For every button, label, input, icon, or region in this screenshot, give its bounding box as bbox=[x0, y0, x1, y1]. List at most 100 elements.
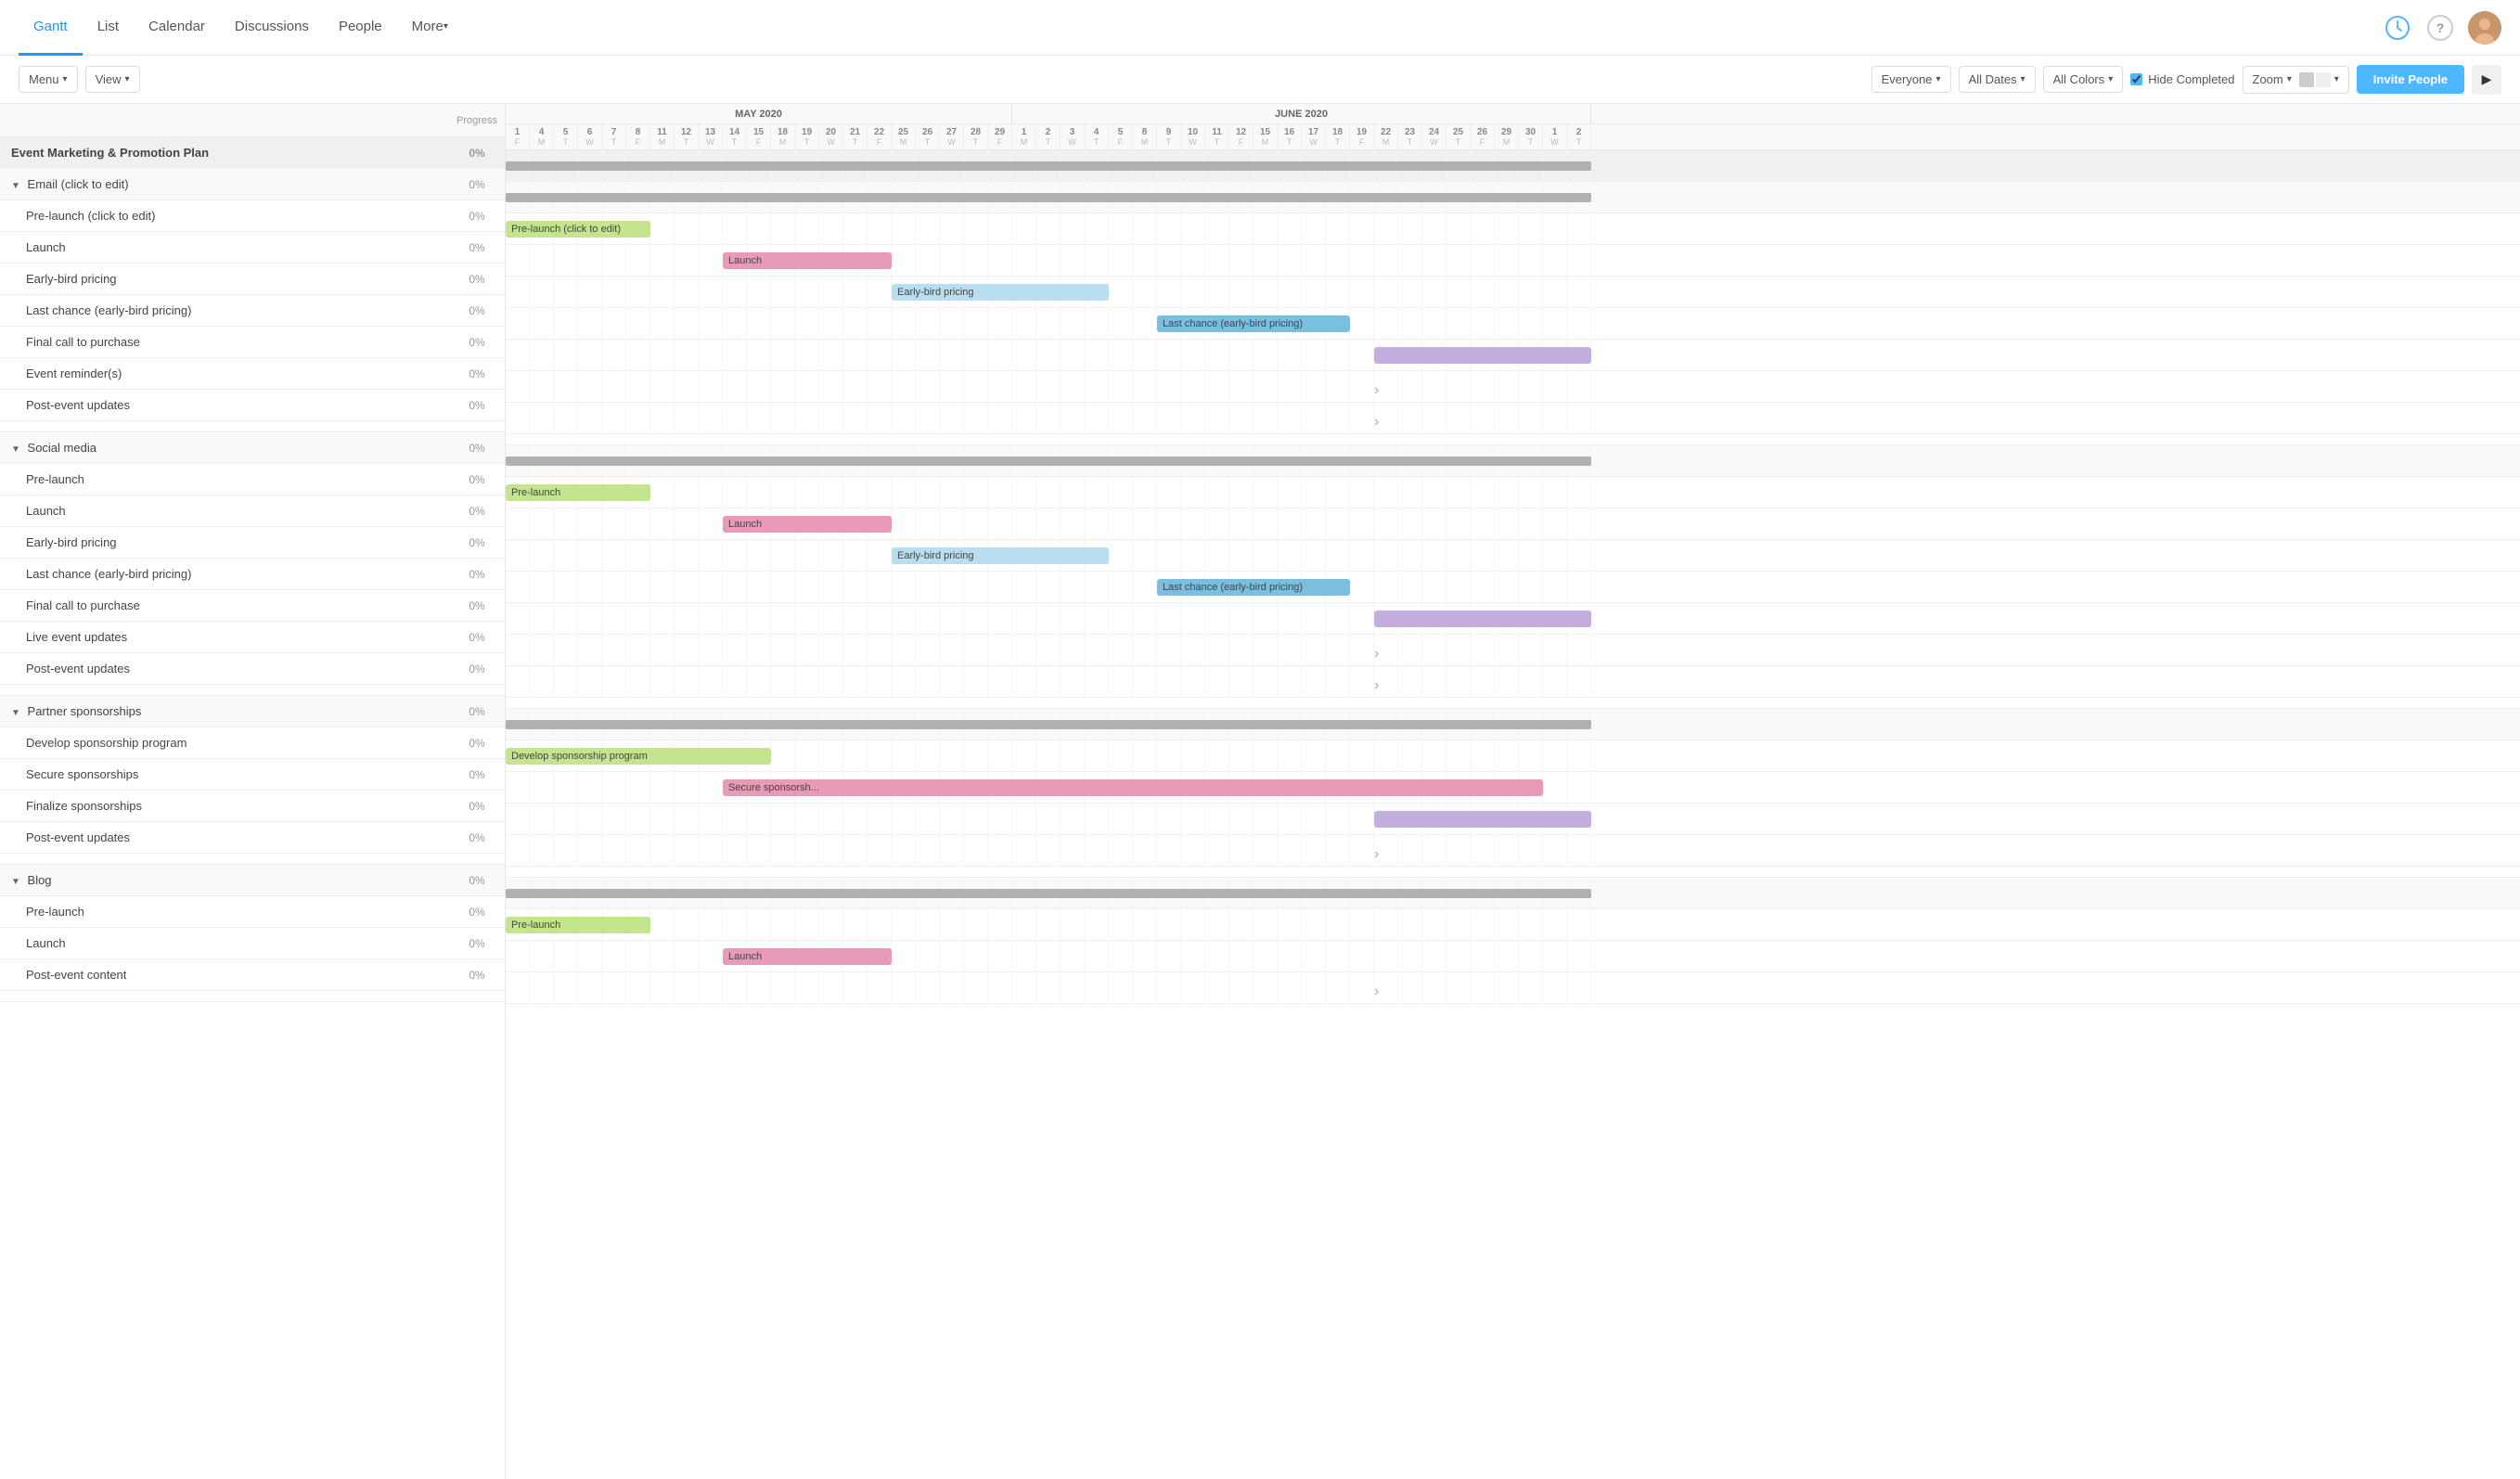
gantt-cell bbox=[892, 245, 916, 277]
task-row[interactable]: Last chance (early-bird pricing) 0% bbox=[0, 295, 505, 327]
gantt-cell bbox=[1109, 213, 1133, 245]
gantt-bar[interactable]: Launch bbox=[723, 252, 892, 269]
menu-button[interactable]: Menu ▾ bbox=[19, 66, 78, 93]
invite-people-button[interactable]: Invite People bbox=[2357, 65, 2464, 94]
task-row[interactable]: Post-event updates 0% bbox=[0, 653, 505, 685]
task-row[interactable]: Launch 0% bbox=[0, 232, 505, 264]
gantt-cell bbox=[892, 635, 916, 666]
gantt-day-cell: 25M bbox=[892, 124, 916, 149]
task-row[interactable]: Pre-launch (click to edit) 0% bbox=[0, 200, 505, 232]
gantt-cell bbox=[1085, 666, 1109, 698]
task-row[interactable]: Final call to purchase 0% bbox=[0, 590, 505, 622]
gantt-bar[interactable]: Pre-launch bbox=[506, 484, 650, 501]
gantt-cell bbox=[1012, 371, 1036, 403]
task-row[interactable]: Launch 0% bbox=[0, 495, 505, 527]
tab-people[interactable]: People bbox=[324, 0, 397, 56]
gantt-cell bbox=[1205, 477, 1229, 508]
task-row[interactable]: Final call to purchase 0% bbox=[0, 327, 505, 358]
view-button[interactable]: View ▾ bbox=[85, 66, 140, 93]
gantt-cell bbox=[1326, 508, 1350, 540]
gantt-bar[interactable]: Pre-launch bbox=[506, 917, 650, 933]
gantt-cell bbox=[1422, 941, 1446, 972]
task-row[interactable]: Live event updates 0% bbox=[0, 622, 505, 653]
task-row[interactable]: Develop sponsorship program 0% bbox=[0, 727, 505, 759]
gantt-cell bbox=[940, 308, 964, 340]
task-row[interactable]: Post-event updates 0% bbox=[0, 822, 505, 854]
task-row[interactable]: Early-bird pricing 0% bbox=[0, 264, 505, 295]
gantt-bar[interactable]: Early-bird pricing bbox=[892, 284, 1109, 301]
tab-calendar[interactable]: Calendar bbox=[134, 0, 220, 56]
gantt-cell bbox=[699, 972, 723, 1004]
gantt-bar[interactable]: Develop sponsorship program bbox=[506, 748, 771, 765]
gantt-bar[interactable] bbox=[1374, 611, 1591, 627]
help-icon[interactable]: ? bbox=[2427, 15, 2453, 41]
gantt-cell bbox=[1205, 909, 1229, 941]
tab-more[interactable]: More ▾ bbox=[397, 0, 463, 56]
task-row[interactable]: Event reminder(s) 0% bbox=[0, 358, 505, 390]
tab-list[interactable]: List bbox=[83, 0, 134, 56]
task-progress: 0% bbox=[449, 241, 505, 254]
gantt-bar[interactable] bbox=[1374, 347, 1591, 364]
task-row[interactable]: Early-bird pricing 0% bbox=[0, 527, 505, 559]
gantt-cell bbox=[1036, 635, 1061, 666]
gantt-cell bbox=[916, 941, 940, 972]
project-row[interactable]: Event Marketing & Promotion Plan 0% bbox=[0, 137, 505, 169]
hide-completed-label[interactable]: Hide Completed bbox=[2130, 72, 2234, 86]
task-row[interactable]: Launch 0% bbox=[0, 928, 505, 959]
task-row[interactable]: Pre-launch 0% bbox=[0, 464, 505, 495]
gantt-bar[interactable]: Launch bbox=[723, 948, 892, 965]
gantt-cell bbox=[940, 477, 964, 508]
task-row[interactable]: Pre-launch 0% bbox=[0, 896, 505, 928]
gantt-bar[interactable]: Launch bbox=[723, 516, 892, 533]
gantt-cell bbox=[699, 909, 723, 941]
task-row[interactable]: Last chance (early-bird pricing) 0% bbox=[0, 559, 505, 590]
all-colors-button[interactable]: All Colors ▾ bbox=[2043, 66, 2124, 93]
gantt-bar[interactable] bbox=[1374, 811, 1591, 828]
task-name: Pre-launch (click to edit) bbox=[0, 209, 449, 223]
gantt-cell bbox=[819, 477, 843, 508]
gantt-bar[interactable]: Last chance (early-bird pricing) bbox=[1157, 315, 1350, 332]
section-header[interactable]: ▼ Blog 0% bbox=[0, 865, 505, 896]
tab-discussions[interactable]: Discussions bbox=[220, 0, 324, 56]
gantt-bar[interactable]: Secure sponsorsh... bbox=[723, 779, 1543, 796]
gantt-cell bbox=[1278, 740, 1302, 772]
gantt-bar[interactable]: Early-bird pricing bbox=[892, 547, 1109, 564]
gantt-bar[interactable]: Last chance (early-bird pricing) bbox=[1157, 579, 1350, 596]
gantt-cell bbox=[1422, 666, 1446, 698]
gantt-cell bbox=[1471, 909, 1495, 941]
section-header[interactable]: ▼ Social media 0% bbox=[0, 432, 505, 464]
gantt-cell bbox=[868, 666, 892, 698]
gantt-cell bbox=[1374, 572, 1398, 603]
day-letter: M bbox=[1262, 137, 1269, 147]
section-header[interactable]: ▼ Partner sponsorships 0% bbox=[0, 696, 505, 727]
gantt-cell bbox=[626, 277, 650, 308]
gantt-cell bbox=[892, 603, 916, 635]
gantt-row: Pre-launch bbox=[506, 477, 2520, 508]
task-row[interactable]: Secure sponsorships 0% bbox=[0, 759, 505, 791]
gantt-cell bbox=[723, 835, 747, 867]
gantt-bar[interactable]: Pre-launch (click to edit) bbox=[506, 221, 650, 238]
day-letter: T bbox=[1094, 137, 1099, 147]
section-header[interactable]: ▼ Email (click to edit) 0% bbox=[0, 169, 505, 200]
gantt-cell bbox=[1012, 804, 1036, 835]
gantt-cell bbox=[1205, 403, 1229, 434]
gantt-cell bbox=[1543, 403, 1567, 434]
gantt-cell bbox=[1012, 308, 1036, 340]
gantt-cell bbox=[771, 403, 795, 434]
task-row[interactable]: Finalize sponsorships 0% bbox=[0, 791, 505, 822]
hide-completed-checkbox[interactable] bbox=[2130, 73, 2142, 85]
day-number: 2 bbox=[1576, 127, 1582, 137]
everyone-button[interactable]: Everyone ▾ bbox=[1871, 66, 1951, 93]
gantt-cell bbox=[1278, 804, 1302, 835]
export-icon[interactable]: ▶ bbox=[2472, 65, 2501, 95]
gantt-panel[interactable]: MAY 2020JUNE 20201F4M5T6W7T8F11M12T13W14… bbox=[506, 104, 2520, 1479]
tab-gantt[interactable]: Gantt bbox=[19, 0, 83, 56]
gantt-cell bbox=[1519, 540, 1543, 572]
task-row[interactable]: Post-event updates 0% bbox=[0, 390, 505, 421]
gantt-cell bbox=[1446, 308, 1471, 340]
task-row[interactable]: Post-event content 0% bbox=[0, 959, 505, 991]
clock-icon[interactable] bbox=[2383, 13, 2412, 43]
zoom-button[interactable]: Zoom ▾ ▾ bbox=[2243, 66, 2349, 94]
avatar[interactable] bbox=[2468, 11, 2501, 45]
all-dates-button[interactable]: All Dates ▾ bbox=[1959, 66, 2036, 93]
